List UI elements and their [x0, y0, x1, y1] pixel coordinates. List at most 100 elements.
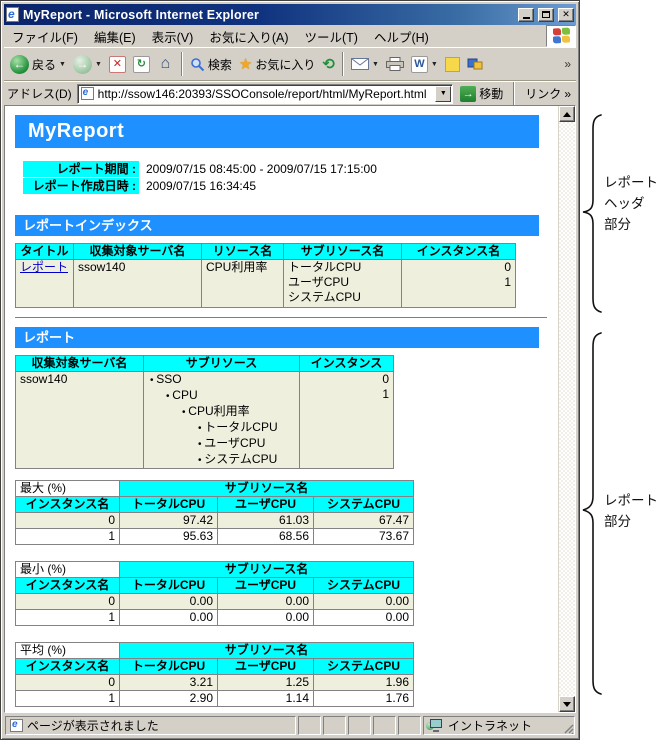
back-button[interactable]: ← 戻る ▼ — [7, 50, 69, 78]
col-header-user-cpu: ユーザCPU — [217, 496, 314, 513]
forward-icon: → — [72, 54, 92, 74]
intranet-icon — [426, 718, 444, 732]
annotation-report-header: レポート ヘッダ 部分 — [604, 175, 658, 232]
instance-cell: 0 1 — [401, 259, 516, 308]
col-header-user-cpu: ユーザCPU — [217, 658, 314, 675]
refresh-button[interactable]: ↻ — [130, 50, 153, 78]
subresource-span-header: サブリソース名 — [118, 642, 415, 659]
report-link[interactable]: レポート — [20, 261, 68, 275]
maximize-button[interactable] — [538, 7, 554, 22]
report-created-row: レポート作成日時 : 2009/07/15 16:34:45 — [23, 178, 550, 194]
index-section-title: レポートインデックス — [15, 215, 539, 236]
menu-tools[interactable]: ツール(T) — [296, 25, 365, 47]
table-row: 0 0.00 0.00 0.00 — [15, 593, 415, 610]
windows-flag-logo — [546, 25, 576, 47]
col-header-system-cpu: システムCPU — [312, 577, 415, 594]
status-pane — [298, 715, 321, 735]
table-row: 0 97.42 61.03 67.47 — [15, 512, 415, 529]
toolbar-separator — [341, 52, 344, 76]
word-dropdown-icon: ▼ — [430, 60, 438, 68]
address-input[interactable]: http://ssow146:20393/SSOConsole/report/h… — [76, 83, 454, 104]
search-label: 検索 — [207, 57, 232, 72]
scroll-up-button[interactable] — [559, 106, 575, 122]
report-index-table: タイトル 収集対象サーバ名 リソース名 サブリソース名 インスタンス名 レポート… — [15, 243, 516, 308]
ie-document-icon[interactable] — [6, 7, 19, 22]
home-button[interactable]: ⌂ — [154, 50, 177, 78]
scroll-down-button[interactable] — [559, 696, 575, 712]
back-dropdown-icon: ▼ — [59, 60, 66, 68]
close-button[interactable]: ✕ — [558, 7, 574, 22]
back-label: 戻る — [32, 57, 57, 72]
print-icon — [385, 57, 404, 71]
address-url[interactable]: http://ssow146:20393/SSOConsole/report/h… — [98, 87, 432, 101]
col-header-instance: インスタンス名 — [15, 496, 120, 513]
page-status-icon — [10, 718, 23, 732]
table-row: 1 95.63 68.56 73.67 — [15, 528, 415, 545]
go-arrow-icon: → — [460, 85, 477, 102]
scrollbar-track[interactable] — [559, 122, 575, 696]
mail-icon — [350, 58, 369, 70]
subresource-tree-cell: SSO CPU CPU利用率 トータルCPU ユーザCPU システムCPU — [143, 371, 300, 469]
subresource-span-header: サブリソース名 — [118, 561, 415, 578]
messenger-button[interactable] — [464, 50, 486, 78]
history-icon: ⟲ — [322, 55, 335, 73]
annotation-report-body: レポート 部分 — [604, 493, 658, 529]
vertical-scrollbar[interactable] — [558, 106, 575, 712]
zone-label: イントラネット — [448, 718, 533, 733]
menu-bar: ファイル(F) 編集(E) 表示(V) お気に入り(A) ツール(T) ヘルプ(… — [4, 25, 576, 48]
col-header-subresource: サブリソース — [143, 355, 300, 372]
edit-with-word-button[interactable]: W ▼ — [408, 50, 441, 78]
stop-button[interactable]: ✕ — [106, 50, 129, 78]
subresource-cell: トータルCPU ユーザCPU システムCPU — [283, 259, 402, 308]
back-icon: ← — [10, 54, 29, 74]
stat-metric-label: 平均 (%) — [15, 642, 120, 659]
print-button[interactable] — [383, 50, 407, 78]
word-icon: W — [410, 55, 428, 73]
url-ie-icon — [80, 87, 94, 100]
menu-favorites[interactable]: お気に入り(A) — [201, 25, 296, 47]
links-chevron[interactable]: » — [564, 87, 571, 101]
col-header-total-cpu: トータルCPU — [119, 577, 218, 594]
minimize-button[interactable] — [518, 7, 534, 22]
favorites-button[interactable]: ★ お気に入り — [236, 50, 318, 78]
toolbar-separator — [180, 52, 183, 76]
standard-toolbar: ← 戻る ▼ → ▼ ✕ ↻ ⌂ 検索 ★ お気に入り ⟲ ▼ W ▼ » — [4, 48, 576, 81]
refresh-icon: ↻ — [132, 55, 150, 73]
browser-window: MyReport - Microsoft Internet Explorer ✕… — [0, 0, 580, 740]
col-header-instance: インスタンス名 — [15, 658, 120, 675]
report-section-brace — [582, 332, 602, 695]
stat-table-min: 最小 (%) サブリソース名 インスタンス名 トータルCPU ユーザCPU シス… — [15, 561, 415, 626]
menu-file[interactable]: ファイル(F) — [4, 25, 86, 47]
stop-icon: ✕ — [108, 55, 126, 73]
stat-metric-label: 最小 (%) — [15, 561, 120, 578]
menu-help[interactable]: ヘルプ(H) — [366, 25, 437, 47]
go-button[interactable]: → 移動 — [458, 85, 505, 102]
report-created-label: レポート作成日時 : — [23, 178, 139, 194]
resource-cell: CPU利用率 — [201, 259, 284, 308]
home-icon: ⌂ — [160, 55, 171, 72]
mail-button[interactable]: ▼ — [348, 50, 382, 78]
report-period-row: レポート期間 : 2009/07/15 08:45:00 - 2009/07/1… — [23, 161, 550, 177]
search-button[interactable]: 検索 — [187, 50, 235, 78]
section-divider — [15, 317, 547, 319]
forward-dropdown-icon: ▼ — [94, 60, 102, 68]
toolbar-separator — [513, 81, 516, 106]
forward-button[interactable]: → ▼ — [70, 50, 105, 78]
menu-edit[interactable]: 編集(E) — [86, 25, 144, 47]
report-meta: レポート期間 : 2009/07/15 08:45:00 - 2009/07/1… — [23, 161, 550, 194]
menu-view[interactable]: 表示(V) — [144, 25, 202, 47]
links-toolbar[interactable]: リンク » — [523, 85, 573, 102]
report-created-value: 2009/07/15 16:34:45 — [146, 179, 257, 193]
notes-icon — [444, 56, 460, 72]
history-button[interactable]: ⟲ — [319, 50, 338, 78]
address-dropdown-button[interactable]: ▼ — [435, 85, 452, 102]
messenger-icon — [467, 58, 483, 70]
table-row: ssow140 SSO CPU CPU利用率 トータルCPU ユーザCPU シス… — [15, 371, 394, 469]
notes-button[interactable] — [442, 50, 463, 78]
toolbar-overflow-chevron[interactable]: » — [564, 57, 573, 71]
table-row: レポート ssow140 CPU利用率 トータルCPU ユーザCPU システムC… — [15, 259, 516, 308]
table-row: 1 0.00 0.00 0.00 — [15, 609, 415, 626]
resize-grip[interactable] — [561, 721, 574, 734]
title-bar: MyReport - Microsoft Internet Explorer ✕ — [4, 4, 576, 25]
header-section-brace — [582, 114, 602, 313]
